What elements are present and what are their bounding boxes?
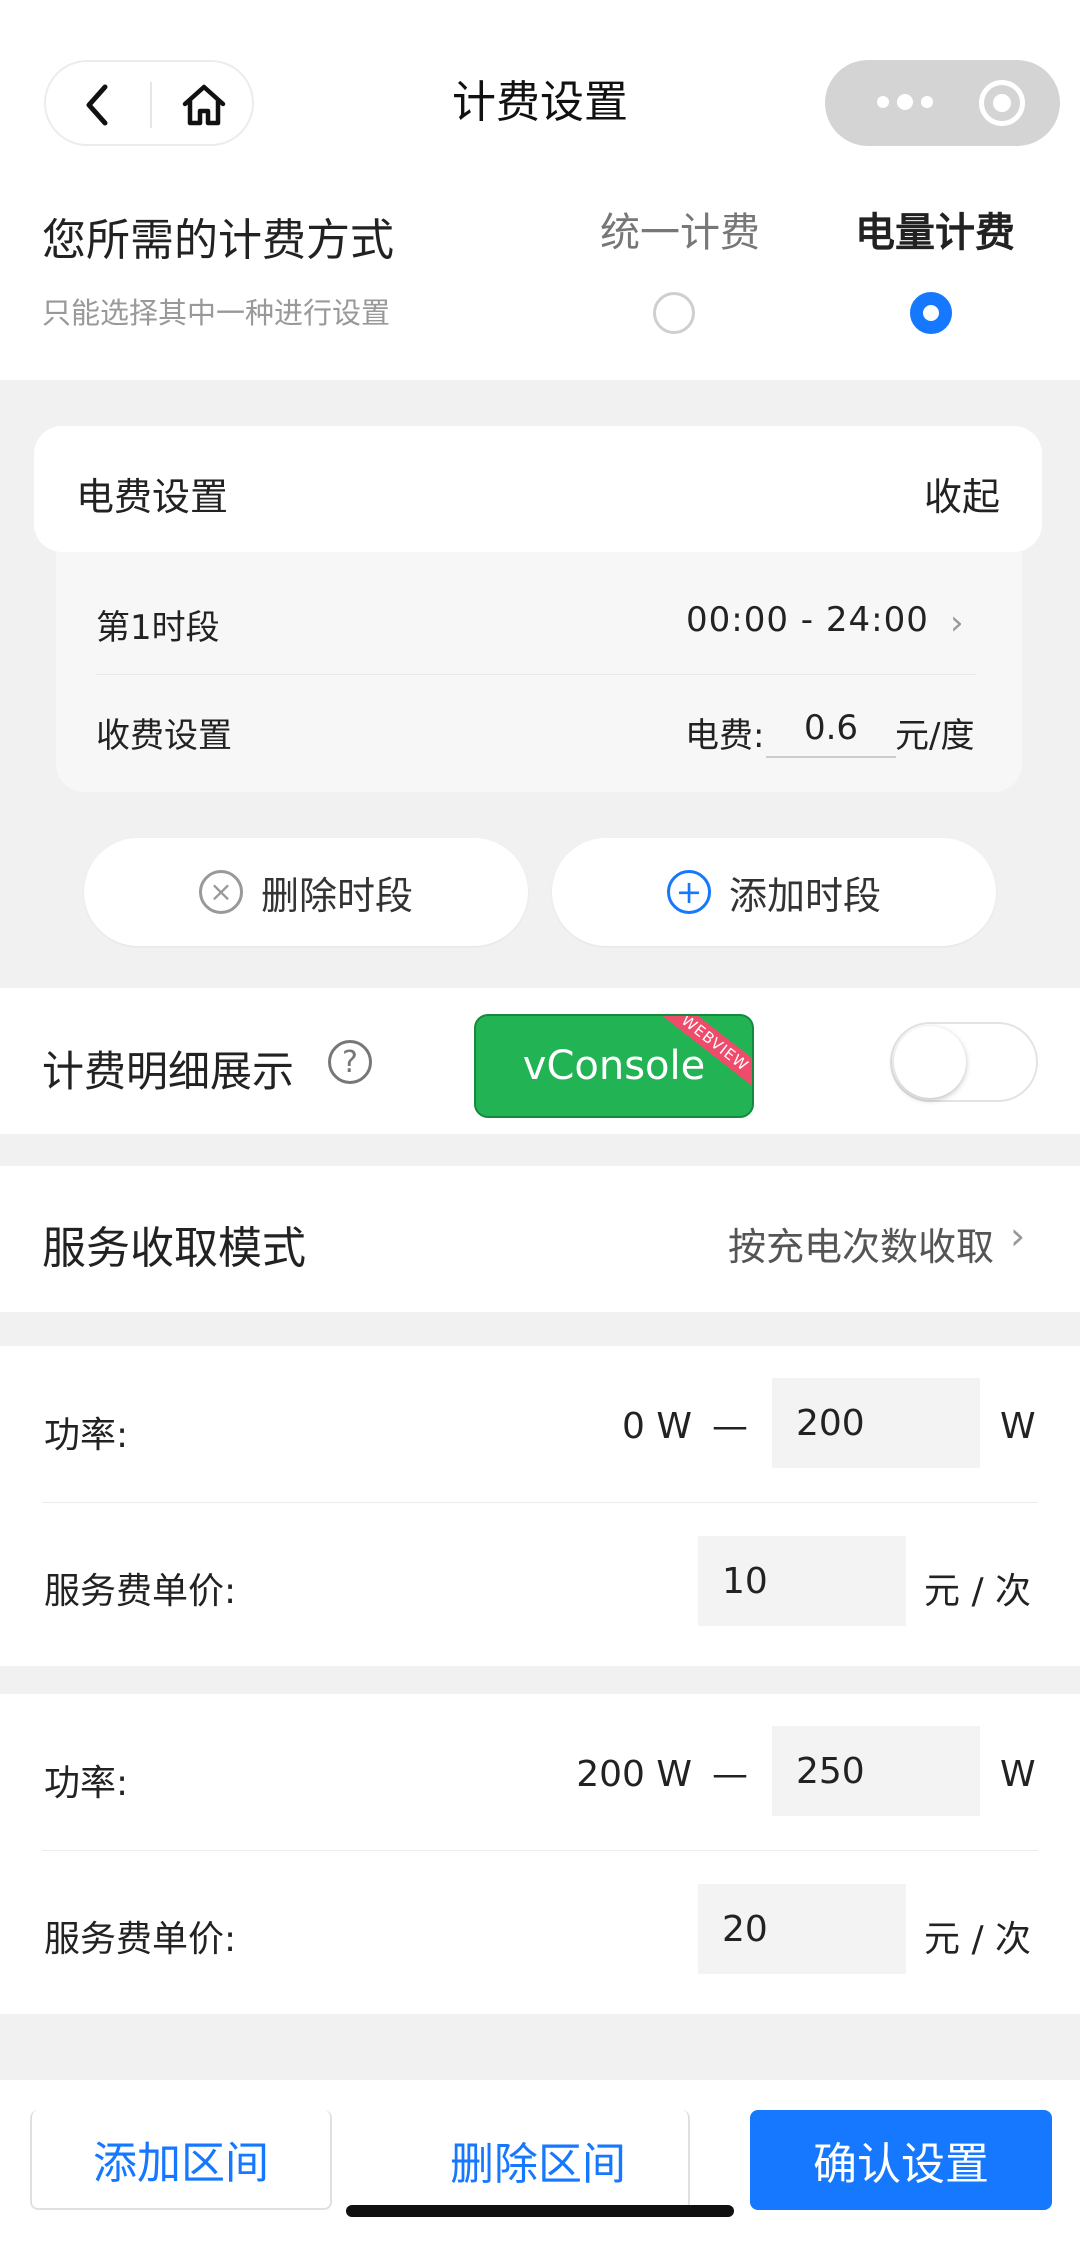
- chevron-right-icon[interactable]: ›: [1010, 1214, 1025, 1258]
- electricity-fee-input[interactable]: [766, 700, 896, 758]
- service-mode-label: 服务收取模式: [42, 1223, 306, 1274]
- radio-energy[interactable]: [910, 292, 952, 334]
- add-slot-label: 添加时段: [728, 873, 881, 918]
- service-price-label: 服务费单价:: [44, 1919, 237, 1960]
- page-title: 计费设置: [452, 77, 628, 128]
- toggle-knob: [894, 1026, 966, 1098]
- fee-settings-title: 电费设置: [76, 475, 229, 519]
- price-unit: 元 / 次: [924, 1919, 1032, 1960]
- power-unit: W: [1000, 1754, 1036, 1795]
- close-circle-icon: ×: [198, 870, 243, 914]
- option-unified-label[interactable]: 统一计费: [600, 200, 760, 258]
- delete-range-button[interactable]: 删除区间: [388, 2110, 690, 2210]
- service-mode-value[interactable]: 按充电次数收取: [728, 1216, 994, 1271]
- option-energy-label[interactable]: 电量计费: [855, 200, 1015, 258]
- power-to-input[interactable]: [772, 1726, 980, 1816]
- add-slot-button[interactable]: + 添加时段: [552, 838, 996, 946]
- more-icon[interactable]: [877, 94, 933, 110]
- power-from: 200 W: [576, 1754, 692, 1795]
- power-label: 功率:: [44, 1763, 129, 1804]
- confirm-button[interactable]: 确认设置: [750, 2110, 1052, 2210]
- divider: [42, 1850, 1038, 1851]
- nav-capsule: [44, 60, 254, 146]
- plus-circle-icon: +: [666, 870, 711, 914]
- billing-mode-section: 您所需的计费方式 只能选择其中一种进行设置 统一计费 电量计费: [0, 180, 1080, 380]
- power-to-input[interactable]: [772, 1378, 980, 1468]
- back-button[interactable]: [46, 62, 150, 148]
- slot-label: 第1时段: [96, 608, 220, 648]
- add-range-button[interactable]: 添加区间: [30, 2110, 332, 2210]
- power-label: 功率:: [44, 1415, 129, 1456]
- chevron-right-icon[interactable]: ›: [950, 603, 964, 643]
- vconsole-label: vConsole: [522, 1043, 706, 1089]
- power-from: 0 W: [622, 1406, 692, 1447]
- billing-mode-hint: 只能选择其中一种进行设置: [42, 296, 391, 330]
- slot-time-picker[interactable]: 00:00 - 24:00: [686, 600, 929, 640]
- home-button[interactable]: [152, 62, 256, 148]
- help-icon[interactable]: ?: [328, 1040, 372, 1084]
- delete-slot-button[interactable]: × 删除时段: [84, 838, 528, 946]
- home-icon: [182, 84, 226, 126]
- home-indicator: [346, 2205, 734, 2217]
- range-separator: —: [712, 1406, 748, 1447]
- close-target-icon[interactable]: [979, 80, 1025, 126]
- divider: [42, 1502, 1038, 1503]
- charge-label: 收费设置: [96, 716, 232, 756]
- divider: [96, 674, 976, 675]
- charge-prefix: 电费:: [685, 716, 765, 756]
- service-price-input[interactable]: [698, 1536, 906, 1626]
- service-price-input[interactable]: [698, 1884, 906, 1974]
- detail-display-label: 计费明细展示: [42, 1047, 295, 1096]
- service-price-label: 服务费单价:: [44, 1571, 237, 1612]
- power-unit: W: [1000, 1406, 1036, 1447]
- charge-unit: 元/度: [895, 716, 975, 756]
- detail-display-toggle[interactable]: [890, 1022, 1038, 1102]
- collapse-button[interactable]: 收起: [924, 466, 1000, 521]
- range-separator: —: [712, 1754, 748, 1795]
- vconsole-button[interactable]: vConsole WEBVIEW: [474, 1014, 754, 1118]
- price-unit: 元 / 次: [924, 1571, 1032, 1612]
- miniprogram-capsule: [825, 60, 1060, 146]
- radio-unified[interactable]: [653, 292, 695, 334]
- billing-mode-title: 您所需的计费方式: [42, 215, 394, 266]
- delete-slot-label: 删除时段: [260, 873, 413, 918]
- chevron-left-icon: [86, 84, 108, 126]
